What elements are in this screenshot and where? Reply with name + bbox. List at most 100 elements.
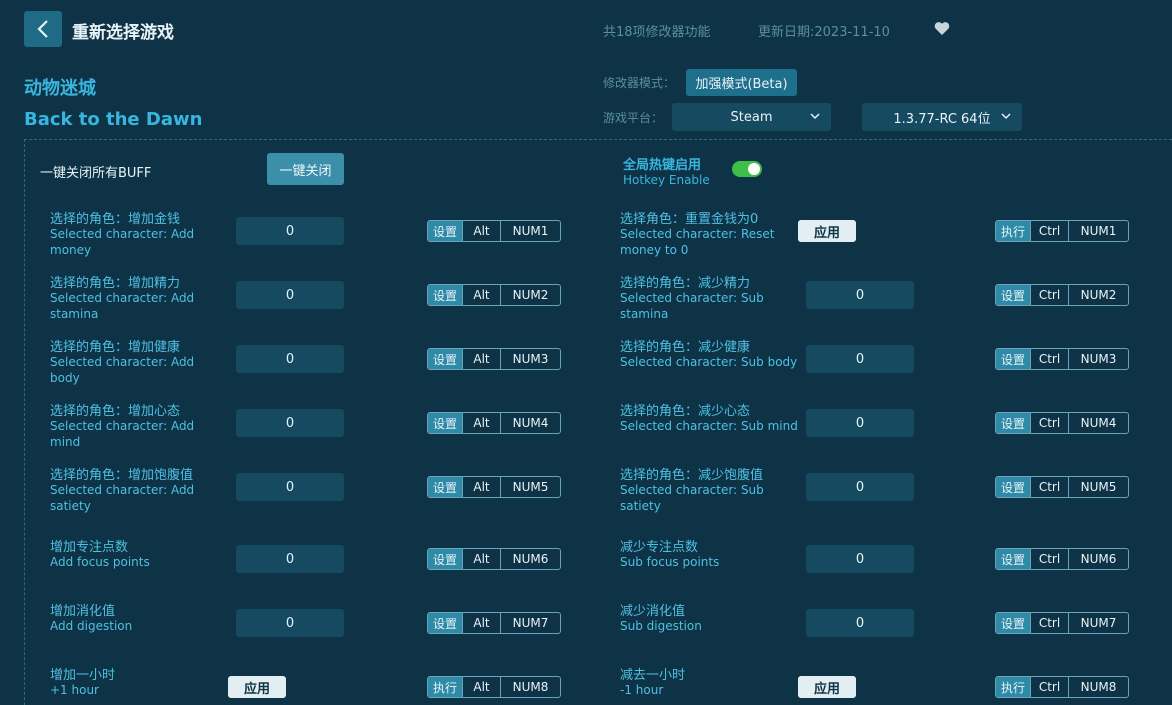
hotkey-action-button[interactable]: 设置 — [428, 413, 462, 433]
cheat-name-en: Selected character: Sub body — [620, 355, 798, 369]
hotkey-action-button[interactable]: 设置 — [428, 549, 462, 569]
hotkey-key[interactable]: NUM4 — [500, 413, 560, 433]
back-button[interactable] — [24, 11, 62, 47]
value-input[interactable]: 0 — [806, 281, 914, 309]
cheat-name-en: Sub digestion — [620, 619, 702, 633]
hotkey-action-button[interactable]: 设置 — [428, 349, 462, 369]
cheat-name-en: Selected character: Sub satiety — [620, 483, 764, 513]
hotkey-action-button[interactable]: 设置 — [996, 413, 1030, 433]
hotkey-modifier[interactable]: Ctrl — [1030, 221, 1068, 241]
close-all-button[interactable]: 一键关闭 — [267, 153, 344, 185]
update-date: 更新日期:2023-11-10 — [758, 25, 890, 40]
cheat-name-cn: 选择的角色：增加心态 — [50, 404, 181, 419]
mode-label: 修改器模式： — [603, 76, 676, 90]
hotkey-key[interactable]: NUM3 — [1068, 349, 1128, 369]
hotkey-modifier[interactable]: Ctrl — [1030, 413, 1068, 433]
hotkey-key[interactable]: NUM8 — [1068, 677, 1128, 697]
hotkey-modifier[interactable]: Ctrl — [1030, 549, 1068, 569]
chevron-left-icon — [37, 20, 48, 38]
hotkey-key[interactable]: NUM6 — [500, 549, 560, 569]
hotkey-group: 设置 Alt NUM5 — [427, 476, 561, 498]
hotkey-modifier[interactable]: Alt — [462, 413, 500, 433]
hotkey-key[interactable]: NUM5 — [500, 477, 560, 497]
cheat-name-en: Add focus points — [50, 555, 150, 569]
hotkey-modifier[interactable]: Alt — [462, 677, 500, 697]
hotkey-action-button[interactable]: 设置 — [996, 349, 1030, 369]
value-input[interactable]: 0 — [236, 473, 344, 501]
platform-select[interactable]: Steam — [672, 103, 831, 131]
hotkey-modifier[interactable]: Ctrl — [1030, 477, 1068, 497]
hotkey-modifier[interactable]: Alt — [462, 349, 500, 369]
apply-button[interactable]: 应用 — [228, 676, 286, 698]
hotkey-modifier[interactable]: Alt — [462, 285, 500, 305]
version-select[interactable]: 1.3.77-RC 64位 — [862, 103, 1022, 131]
value-input[interactable]: 0 — [236, 609, 344, 637]
cheat-name-en: Selected character: Reset money to 0 — [620, 227, 775, 257]
value-input[interactable]: 0 — [236, 345, 344, 373]
cheat-name-cn: 选择的角色：增加健康 — [50, 340, 181, 355]
hotkey-action-button[interactable]: 设置 — [996, 549, 1030, 569]
hotkey-key[interactable]: NUM6 — [1068, 549, 1128, 569]
hotkey-label-cn: 全局热键启用 — [623, 158, 702, 173]
hotkey-action-button[interactable]: 执行 — [996, 221, 1030, 241]
hotkey-modifier[interactable]: Ctrl — [1030, 613, 1068, 633]
hotkey-group: 设置 Alt NUM2 — [427, 284, 561, 306]
value-input[interactable]: 0 — [806, 609, 914, 637]
hotkey-modifier[interactable]: Alt — [462, 221, 500, 241]
value-input[interactable]: 0 — [806, 345, 914, 373]
cheat-name-cn: 选择的角色：减少心态 — [620, 404, 751, 419]
hotkey-action-button[interactable]: 设置 — [428, 477, 462, 497]
hotkey-modifier[interactable]: Alt — [462, 613, 500, 633]
hotkey-key[interactable]: NUM2 — [1068, 285, 1128, 305]
mode-button[interactable]: 加强模式(Beta) — [686, 69, 797, 96]
favorite-heart-icon[interactable] — [934, 21, 950, 40]
hotkey-group: 设置 Ctrl NUM5 — [995, 476, 1129, 498]
value-input[interactable]: 0 — [236, 545, 344, 573]
hotkey-key[interactable]: NUM2 — [500, 285, 560, 305]
hotkey-modifier[interactable]: Ctrl — [1030, 349, 1068, 369]
hotkey-key[interactable]: NUM7 — [500, 613, 560, 633]
hotkey-key[interactable]: NUM8 — [500, 677, 560, 697]
hotkey-group: 执行 Ctrl NUM1 — [995, 220, 1129, 242]
hotkey-action-button[interactable]: 设置 — [996, 285, 1030, 305]
hotkey-modifier[interactable]: Ctrl — [1030, 285, 1068, 305]
value-input[interactable]: 0 — [236, 217, 344, 245]
value-input[interactable]: 0 — [806, 545, 914, 573]
cheat-name-cn: 增加专注点数 — [50, 540, 129, 555]
hotkey-key[interactable]: NUM1 — [1068, 221, 1128, 241]
apply-button[interactable]: 应用 — [798, 220, 856, 242]
hotkey-modifier[interactable]: Alt — [462, 477, 500, 497]
value-input[interactable]: 0 — [236, 281, 344, 309]
hotkey-action-button[interactable]: 执行 — [428, 677, 462, 697]
hotkey-group: 设置 Ctrl NUM2 — [995, 284, 1129, 306]
value-input[interactable]: 0 — [806, 409, 914, 437]
hotkey-group: 设置 Ctrl NUM4 — [995, 412, 1129, 434]
hotkey-key[interactable]: NUM3 — [500, 349, 560, 369]
hotkey-key[interactable]: NUM5 — [1068, 477, 1128, 497]
hotkey-key[interactable]: NUM4 — [1068, 413, 1128, 433]
page-title: 重新选择游戏 — [72, 23, 174, 43]
cheat-name-en: Selected character: Sub mind — [620, 419, 798, 433]
value-input[interactable]: 0 — [806, 473, 914, 501]
hotkey-action-button[interactable]: 设置 — [428, 221, 462, 241]
hotkey-action-button[interactable]: 设置 — [428, 285, 462, 305]
hotkey-toggle[interactable] — [732, 161, 762, 177]
hotkey-action-button[interactable]: 执行 — [996, 677, 1030, 697]
hotkey-modifier[interactable]: Alt — [462, 549, 500, 569]
hotkey-group: 设置 Ctrl NUM6 — [995, 548, 1129, 570]
hotkey-action-button[interactable]: 设置 — [996, 613, 1030, 633]
hotkey-action-button[interactable]: 设置 — [428, 613, 462, 633]
cheat-name-cn: 减去一小时 — [620, 668, 686, 683]
hotkey-group: 设置 Alt NUM1 — [427, 220, 561, 242]
cheat-name-cn: 选择的角色：减少精力 — [620, 276, 751, 291]
hotkey-group: 设置 Alt NUM4 — [427, 412, 561, 434]
hotkey-key[interactable]: NUM7 — [1068, 613, 1128, 633]
hotkey-key[interactable]: NUM1 — [500, 221, 560, 241]
cheat-name-cn: 增加一小时 — [50, 668, 116, 683]
platform-label: 游戏平台： — [603, 111, 664, 125]
apply-button[interactable]: 应用 — [798, 676, 856, 698]
value-input[interactable]: 0 — [236, 409, 344, 437]
chevron-down-icon — [1001, 113, 1011, 120]
hotkey-action-button[interactable]: 设置 — [996, 477, 1030, 497]
hotkey-modifier[interactable]: Ctrl — [1030, 677, 1068, 697]
